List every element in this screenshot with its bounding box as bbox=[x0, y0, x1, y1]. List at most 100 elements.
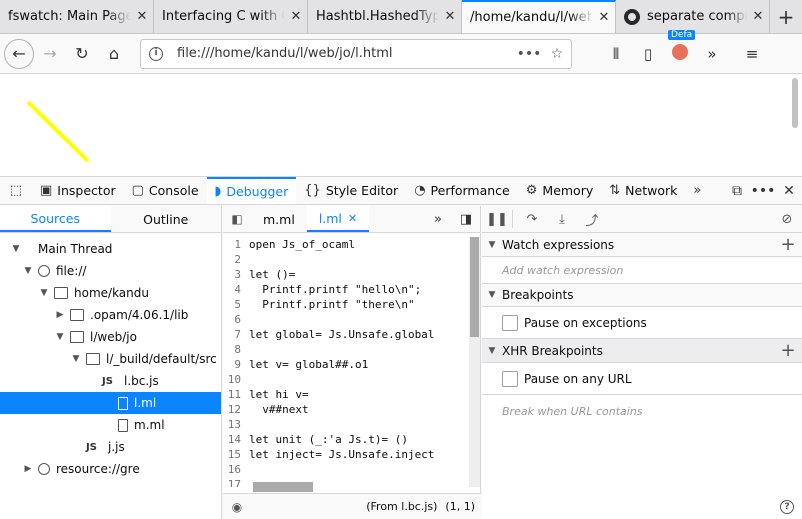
code-line[interactable]: 11 let hi v= bbox=[223, 387, 469, 402]
pause-on-any-url-row[interactable]: Pause on any URL bbox=[482, 363, 802, 395]
overflow-chevron-icon[interactable]: » bbox=[696, 45, 728, 63]
line-number[interactable]: 14 bbox=[223, 433, 249, 446]
scroll-thumb[interactable] bbox=[470, 237, 479, 337]
chevron-down-icon[interactable]: ▼ bbox=[10, 244, 22, 254]
line-number[interactable]: 15 bbox=[223, 448, 249, 461]
chevron-right-icon[interactable]: ▶ bbox=[54, 310, 66, 320]
tree-item[interactable]: ▼ l/web/jo bbox=[0, 326, 221, 348]
close-icon[interactable]: ✕ bbox=[285, 9, 307, 24]
line-number[interactable]: 1 bbox=[223, 238, 249, 251]
line-number[interactable]: 11 bbox=[223, 388, 249, 401]
deactivate-breakpoints-icon[interactable]: ⊘ bbox=[772, 212, 802, 227]
tree-item[interactable]: ▼ home/kandu bbox=[0, 282, 221, 304]
code-view[interactable]: 1 open Js_of_ocaml 2 3 let ()= 4 Printf.print… bbox=[223, 237, 469, 487]
add-watch-input[interactable]: Add watch expression bbox=[482, 257, 802, 283]
extension-button[interactable]: Defa bbox=[664, 29, 696, 64]
chevron-right-icon[interactable]: ▶ bbox=[22, 464, 34, 474]
tool-inspector[interactable]: ▣ Inspector bbox=[32, 177, 124, 204]
browser-tab[interactable]: fswatch: Main Page ✕ bbox=[0, 0, 154, 33]
code-line[interactable]: 4 Printf.printf "hello\n"; bbox=[223, 282, 469, 297]
pause-on-exceptions-row[interactable]: Pause on exceptions bbox=[482, 307, 802, 339]
tree-item[interactable]: m.ml bbox=[0, 414, 221, 436]
line-number[interactable]: 4 bbox=[223, 283, 249, 296]
tool-network[interactable]: ⇅ Network bbox=[601, 177, 685, 204]
tool-style-editor[interactable]: {} Style Editor bbox=[296, 177, 406, 204]
close-icon[interactable]: ✕ bbox=[593, 10, 615, 25]
pause-on-exceptions-checkbox[interactable] bbox=[502, 314, 518, 331]
close-devtools-icon[interactable]: ✕ bbox=[776, 183, 802, 199]
dock-icon[interactable]: ⧉ bbox=[724, 183, 750, 199]
chevron-down-icon[interactable]: ▼ bbox=[22, 266, 34, 276]
browser-tab[interactable]: separate compilation ✕ bbox=[616, 0, 770, 33]
line-number[interactable]: 3 bbox=[223, 268, 249, 281]
code-line[interactable]: 9 let v= global##.o1 bbox=[223, 357, 469, 372]
code-line[interactable]: 16 bbox=[223, 462, 469, 477]
page-scrollbar[interactable] bbox=[792, 78, 798, 128]
tool-memory[interactable]: ⚙ Memory bbox=[518, 177, 602, 204]
library-icon[interactable]: ⫴ bbox=[600, 45, 632, 63]
pause-icon[interactable]: ❚❚ bbox=[482, 212, 512, 227]
forward-button[interactable]: → bbox=[34, 38, 66, 70]
line-number[interactable]: 16 bbox=[223, 463, 249, 476]
chevron-down-icon[interactable]: ▼ bbox=[70, 354, 82, 364]
code-line[interactable]: 3 let ()= bbox=[223, 267, 469, 282]
back-button[interactable]: ← bbox=[4, 38, 34, 69]
close-icon[interactable]: ✕ bbox=[131, 9, 153, 24]
close-icon[interactable]: ✕ bbox=[747, 9, 769, 24]
tool-console[interactable]: ▢ Console bbox=[124, 177, 207, 204]
line-number[interactable]: 12 bbox=[223, 403, 249, 416]
add-watch-icon[interactable]: + bbox=[774, 234, 802, 255]
browser-tab-active[interactable]: /home/kandu/l/web/jo/l.html ✕ bbox=[462, 0, 616, 33]
line-number[interactable]: 17 bbox=[223, 478, 249, 487]
line-number[interactable]: 6 bbox=[223, 313, 249, 326]
step-out-icon[interactable]: ⤴ bbox=[577, 210, 607, 229]
toggle-panes-icon[interactable]: ◨ bbox=[452, 206, 480, 232]
url-text[interactable]: file:///home/kandu/l/web/jo/l.html bbox=[177, 46, 515, 61]
line-number[interactable]: 7 bbox=[223, 328, 249, 341]
element-picker-button[interactable]: ⬚ bbox=[0, 177, 32, 204]
tool-debugger[interactable]: ◗ Debugger bbox=[206, 177, 297, 204]
url-bar[interactable]: i file:///home/kandu/l/web/jo/l.html •••… bbox=[140, 38, 572, 69]
tree-item[interactable]: ▼ l/_build/default/src bbox=[0, 348, 221, 370]
hamburger-menu-icon[interactable]: ≡ bbox=[736, 45, 768, 63]
info-icon[interactable]: i bbox=[149, 46, 163, 61]
tool-performance[interactable]: ◔ Performance bbox=[406, 177, 518, 204]
chevron-down-icon[interactable]: ▼ bbox=[54, 332, 66, 342]
browser-tab[interactable]: Interfacing C with OCaml ✕ bbox=[154, 0, 308, 33]
page-actions-icon[interactable]: ••• bbox=[515, 46, 543, 62]
tab-sources[interactable]: Sources bbox=[0, 206, 111, 232]
code-line[interactable]: 7 let global= Js.Unsafe.global bbox=[223, 327, 469, 342]
line-number[interactable]: 13 bbox=[223, 418, 249, 431]
breakpoints-header[interactable]: ▼ Breakpoints bbox=[482, 283, 802, 307]
tab-outline[interactable]: Outline bbox=[111, 206, 222, 232]
line-number[interactable]: 10 bbox=[223, 373, 249, 386]
chevron-down-icon[interactable]: ▼ bbox=[38, 288, 50, 298]
xhr-breakpoints-header[interactable]: ▼ XHR Breakpoints + bbox=[482, 339, 802, 363]
reload-button[interactable]: ↻ bbox=[66, 38, 98, 70]
pretty-print-icon[interactable]: ◉ bbox=[223, 500, 251, 514]
code-line[interactable]: 13 bbox=[223, 417, 469, 432]
close-icon[interactable]: ✕ bbox=[439, 9, 461, 24]
line-number[interactable]: 5 bbox=[223, 298, 249, 311]
editor-vertical-scrollbar[interactable] bbox=[469, 237, 480, 487]
line-number[interactable]: 9 bbox=[223, 358, 249, 371]
code-line[interactable]: 14 let unit (_:'a Js.t)= () bbox=[223, 432, 469, 447]
tree-item[interactable]: ▶ resource://gre bbox=[0, 458, 221, 480]
code-line[interactable]: 2 bbox=[223, 252, 469, 267]
bookmark-star-icon[interactable]: ☆ bbox=[543, 46, 571, 62]
code-line[interactable]: 12 v##next bbox=[223, 402, 469, 417]
home-button[interactable]: ⌂ bbox=[98, 38, 130, 70]
code-line[interactable]: 8 bbox=[223, 342, 469, 357]
code-line[interactable]: 5 Printf.printf "there\n" bbox=[223, 297, 469, 312]
code-line[interactable]: 15 let inject= Js.Unsafe.inject bbox=[223, 447, 469, 462]
tree-item[interactable]: JS j.js bbox=[0, 436, 221, 458]
help-icon[interactable]: ? bbox=[780, 500, 794, 514]
devtools-menu-icon[interactable]: ••• bbox=[750, 183, 776, 199]
source-origin-link[interactable]: (From l.bc.js) bbox=[366, 500, 437, 513]
watch-expressions-header[interactable]: ▼ Watch expressions + bbox=[482, 233, 802, 257]
step-over-icon[interactable]: ↷ bbox=[517, 212, 547, 227]
code-line[interactable]: 6 bbox=[223, 312, 469, 327]
close-icon[interactable]: ✕ bbox=[348, 212, 357, 225]
xhr-url-input[interactable]: Break when URL contains bbox=[482, 395, 802, 427]
code-line[interactable]: 10 bbox=[223, 372, 469, 387]
